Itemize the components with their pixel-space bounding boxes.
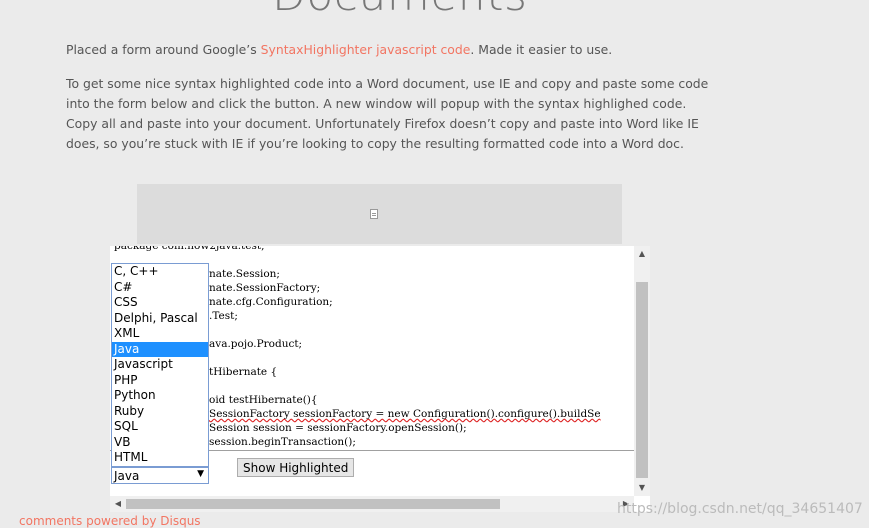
scroll-up-icon[interactable]: ▲ xyxy=(634,246,650,262)
language-option[interactable]: Python xyxy=(112,388,208,404)
language-option[interactable]: Javascript xyxy=(112,357,208,373)
language-option[interactable]: SQL xyxy=(112,419,208,435)
language-option[interactable]: Ruby xyxy=(112,404,208,420)
vertical-scrollbar[interactable]: ▲ ▼ xyxy=(634,246,650,496)
language-select-value: Java xyxy=(114,469,140,483)
syntaxhighlighter-link[interactable]: SyntaxHighlighter javascript code xyxy=(261,42,471,57)
language-dropdown-list: C, C++ C# CSS Delphi, Pascal XML Java Ja… xyxy=(111,263,209,467)
chevron-down-icon: ▼ xyxy=(197,469,204,479)
instructions-paragraph: To get some nice syntax highlighted code… xyxy=(66,76,709,151)
intro-text-end: . Made it easier to use. xyxy=(470,42,613,57)
code-line: SessionFactory sessionFactory = new Conf… xyxy=(209,408,601,420)
broken-image-icon xyxy=(370,209,378,219)
language-option[interactable]: PHP xyxy=(112,373,208,389)
language-option[interactable]: XML xyxy=(112,326,208,342)
watermark: https://blog.csdn.net/qq_34651407 xyxy=(617,501,863,517)
vertical-scroll-thumb[interactable] xyxy=(636,282,648,478)
disqus-link[interactable]: comments powered by Disqus xyxy=(19,514,201,528)
horizontal-scrollbar[interactable]: ◀ ▶ xyxy=(110,496,634,512)
horizontal-scroll-thumb[interactable] xyxy=(126,499,500,509)
intro-paragraph: Placed a form around Google’s SyntaxHigh… xyxy=(66,40,716,60)
language-option-selected[interactable]: Java xyxy=(112,341,208,357)
language-option[interactable]: C, C++ xyxy=(112,264,208,280)
scroll-left-icon[interactable]: ◀ xyxy=(110,496,126,512)
scroll-down-icon[interactable]: ▼ xyxy=(634,480,650,496)
code-line: .Test; xyxy=(209,310,238,322)
language-option[interactable]: Delphi, Pascal xyxy=(112,311,208,327)
language-option[interactable]: C# xyxy=(112,280,208,296)
code-line: session.beginTransaction(); xyxy=(209,436,356,448)
intro-text: Placed a form around Google’s xyxy=(66,42,261,57)
code-line: oid testHibernate(){ xyxy=(209,394,318,406)
show-highlighted-button[interactable]: Show Highlighted xyxy=(237,458,355,477)
code-line: package com.how2java.test; xyxy=(114,246,265,252)
code-line: ava.pojo.Product; xyxy=(209,338,303,350)
code-line: nate.Session; xyxy=(209,268,280,280)
code-line: nate.SessionFactory; xyxy=(209,282,321,294)
language-select[interactable]: Java ▼ xyxy=(111,467,209,484)
image-placeholder xyxy=(137,184,622,244)
code-line: tHibernate { xyxy=(209,366,278,378)
language-option[interactable]: VB xyxy=(112,435,208,451)
language-option[interactable]: CSS xyxy=(112,295,208,311)
language-option[interactable]: HTML xyxy=(112,450,208,466)
page-title: Documents xyxy=(272,0,527,21)
code-line: Session session = sessionFactory.openSes… xyxy=(209,422,467,434)
code-line: nate.cfg.Configuration; xyxy=(209,296,333,308)
